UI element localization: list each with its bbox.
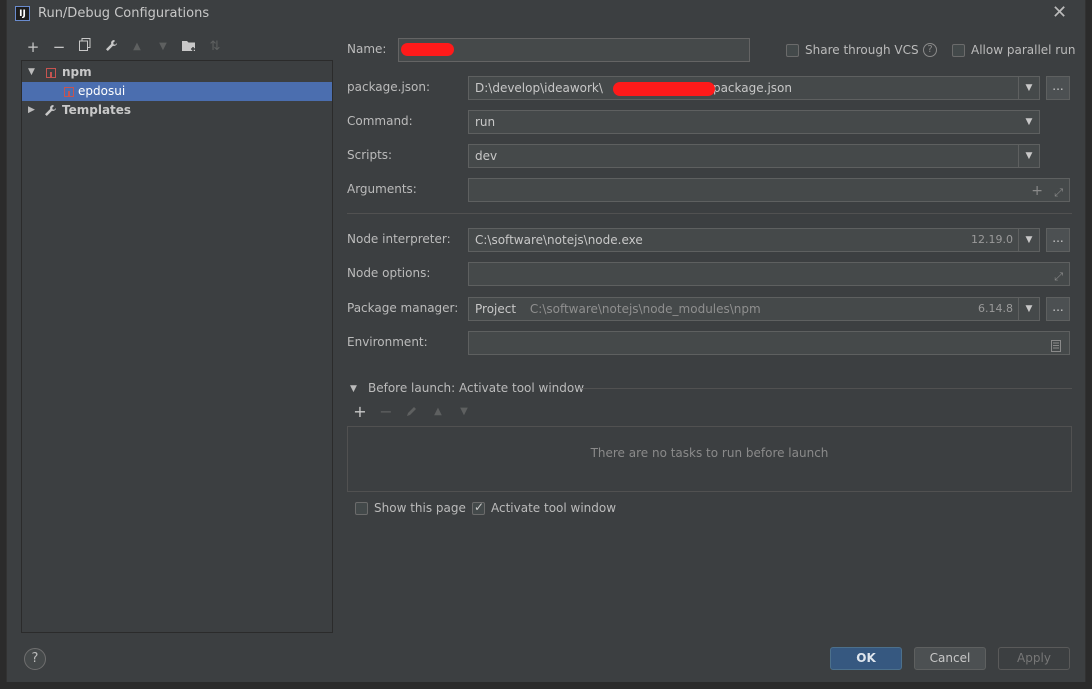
chevron-down-icon[interactable]: ▼ <box>1018 229 1039 251</box>
chevron-down-icon[interactable]: ▼ <box>1018 77 1039 99</box>
command-select[interactable]: run ▼ <box>468 110 1040 134</box>
package-manager-version: 6.14.8 <box>978 302 1013 315</box>
run-debug-dialog: IJ Run/Debug Configurations ✕ + − ▲ ▼ ⇅ … <box>6 0 1086 682</box>
redaction-mark <box>401 43 454 56</box>
copy-icon <box>79 38 91 51</box>
show-page-label: Show this page <box>374 501 466 515</box>
activate-tool-window-checkbox[interactable] <box>472 500 485 515</box>
activate-tool-window-label: Activate tool window <box>491 501 617 515</box>
node-interpreter-value: C:\software\notejs\node.exe <box>475 233 643 247</box>
intellij-app-icon: IJ <box>15 6 30 21</box>
title-bar: IJ Run/Debug Configurations ✕ <box>7 0 1085 28</box>
window-title: Run/Debug Configurations <box>38 6 210 21</box>
package-json-combo[interactable]: D:\develop\ideawork\ \package.json ▼ <box>468 76 1040 100</box>
remove-task-button[interactable]: − <box>376 403 396 421</box>
edit-defaults-button[interactable] <box>101 38 121 56</box>
package-manager-combo[interactable]: Project C:\software\notejs\node_modules\… <box>468 297 1040 321</box>
package-json-suffix: \package.json <box>708 81 792 95</box>
add-icon[interactable]: + <box>1031 180 1043 202</box>
move-task-up-button[interactable]: ▲ <box>428 403 448 421</box>
new-folder-button[interactable] <box>179 38 199 56</box>
ok-button[interactable]: OK <box>830 647 902 670</box>
share-vcs-checkbox[interactable] <box>786 44 799 57</box>
environment-label: Environment: <box>347 335 428 349</box>
package-json-label: package.json: <box>347 80 431 94</box>
name-label: Name: <box>347 42 387 56</box>
separator <box>347 213 1072 214</box>
separator <box>582 388 1072 389</box>
show-page-checkbox[interactable] <box>355 502 368 515</box>
command-label: Command: <box>347 114 413 128</box>
document-icon[interactable] <box>1051 337 1061 359</box>
package-manager-path: C:\software\notejs\node_modules\npm <box>529 302 761 316</box>
move-down-button[interactable]: ▼ <box>153 38 173 56</box>
edit-task-button[interactable] <box>402 403 422 421</box>
scripts-label: Scripts: <box>347 148 393 162</box>
chevron-down-icon[interactable]: ▼ <box>1018 145 1039 167</box>
tree-item-epdosui[interactable]: epdosui <box>22 82 332 101</box>
chevron-down-icon[interactable]: ▼ <box>1018 298 1039 320</box>
arguments-input[interactable]: + ⤢ <box>468 178 1070 202</box>
package-manager-project: Project <box>475 302 517 316</box>
package-manager-label: Package manager: <box>347 301 459 315</box>
node-interpreter-label: Node interpreter: <box>347 232 451 246</box>
browse-node-button[interactable]: ... <box>1046 228 1070 252</box>
npm-icon <box>64 87 74 97</box>
allow-parallel-checkbox[interactable] <box>952 44 965 57</box>
scripts-combo[interactable]: dev ▼ <box>468 144 1040 168</box>
pencil-icon <box>407 407 416 416</box>
configuration-tree: ▼ npm epdosui ▶ Templates <box>21 60 333 633</box>
wrench-icon <box>44 104 57 123</box>
tree-item-templates[interactable]: ▶ Templates <box>22 101 332 120</box>
expand-arrow-icon[interactable]: ▼ <box>28 63 35 82</box>
scripts-value: dev <box>475 149 498 163</box>
add-configuration-button[interactable]: + <box>23 38 43 56</box>
npm-icon <box>46 68 56 78</box>
tree-item-npm[interactable]: ▼ npm <box>22 63 332 82</box>
add-task-button[interactable]: + <box>350 403 370 421</box>
node-options-label: Node options: <box>347 266 431 280</box>
folder-add-icon <box>181 41 195 51</box>
wrench-icon <box>105 40 117 51</box>
before-launch-task-list[interactable]: There are no tasks to run before launch <box>347 426 1072 492</box>
help-button[interactable]: ? <box>24 648 46 670</box>
browse-package-json-button[interactable]: ... <box>1046 76 1070 100</box>
share-vcs-label: Share through VCS <box>805 43 919 57</box>
allow-parallel-label: Allow parallel run <box>971 43 1076 57</box>
collapse-arrow-icon[interactable]: ▼ <box>350 384 357 394</box>
browse-package-manager-button[interactable]: ... <box>1046 297 1070 321</box>
package-json-prefix: D:\develop\ideawork\ <box>475 81 603 95</box>
expand-icon[interactable]: ⤢ <box>1054 182 1063 204</box>
move-task-down-button[interactable]: ▼ <box>454 403 474 421</box>
copy-configuration-button[interactable] <box>75 38 95 56</box>
redaction-mark <box>613 82 715 96</box>
before-launch-title[interactable]: Before launch: Activate tool window <box>368 381 584 395</box>
node-interpreter-combo[interactable]: C:\software\notejs\node.exe 12.19.0 ▼ <box>468 228 1040 252</box>
expand-icon[interactable]: ⤢ <box>1054 266 1063 288</box>
tree-item-label: Templates <box>62 103 132 117</box>
node-version: 12.19.0 <box>971 233 1013 246</box>
cancel-button[interactable]: Cancel <box>914 647 986 670</box>
node-options-input[interactable]: ⤢ <box>468 262 1070 286</box>
close-icon[interactable]: ✕ <box>1052 4 1067 22</box>
sort-button[interactable]: ⇅ <box>205 38 225 56</box>
remove-configuration-button[interactable]: − <box>49 38 69 56</box>
help-icon[interactable]: ? <box>923 43 937 57</box>
tree-item-label: epdosui <box>78 84 126 98</box>
tree-item-label: npm <box>62 65 92 79</box>
chevron-down-icon[interactable]: ▼ <box>1019 111 1039 133</box>
arguments-label: Arguments: <box>347 182 417 196</box>
command-value: run <box>475 115 496 129</box>
apply-button[interactable]: Apply <box>998 647 1070 670</box>
empty-tasks-message: There are no tasks to run before launch <box>590 446 829 460</box>
collapse-arrow-icon[interactable]: ▶ <box>28 101 35 120</box>
environment-input[interactable] <box>468 331 1070 355</box>
move-up-button[interactable]: ▲ <box>127 38 147 56</box>
